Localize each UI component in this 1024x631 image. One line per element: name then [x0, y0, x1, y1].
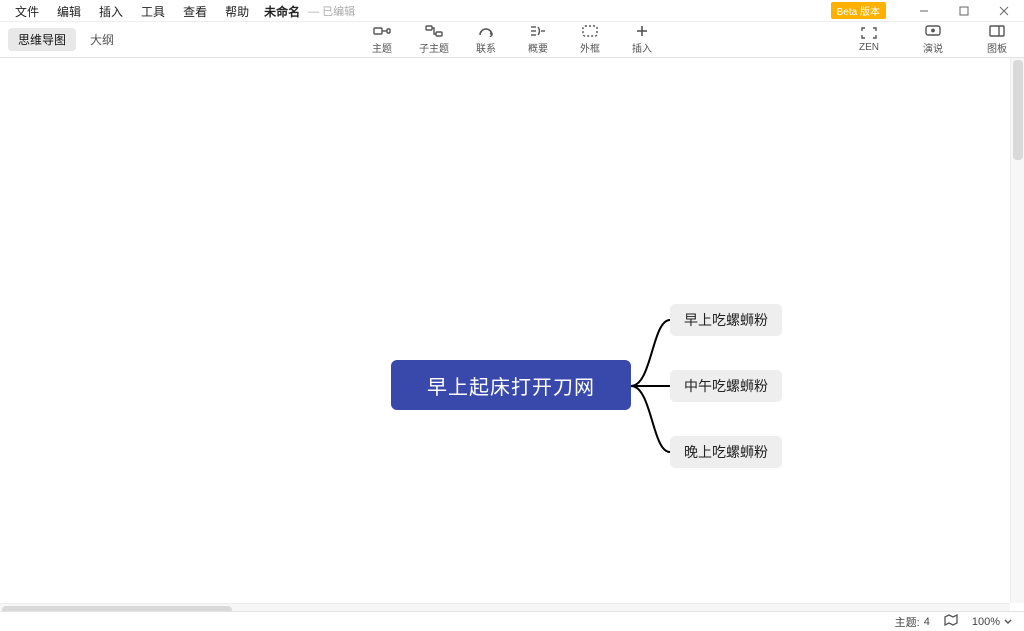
minimap-icon	[944, 614, 958, 626]
subtopic-icon	[425, 24, 443, 38]
mindmap-child-node-1[interactable]: 早上吃螺蛳粉	[670, 304, 782, 336]
boundary-icon	[581, 24, 599, 38]
present-button[interactable]: 演说	[916, 24, 950, 55]
insert-button[interactable]: 插入	[625, 24, 659, 55]
view-switch: 思维导图 大纲	[0, 28, 124, 51]
boundary-button[interactable]: 外框	[573, 24, 607, 55]
menu-tools[interactable]: 工具	[132, 1, 174, 22]
window-close-button[interactable]	[984, 0, 1024, 22]
mindmap-central-node[interactable]: 早上起床打开刀网	[391, 360, 631, 410]
minimap-toggle[interactable]	[944, 614, 958, 629]
chevron-down-icon	[1004, 619, 1012, 625]
panel-label: 图板	[987, 40, 1007, 55]
view-mindmap-tab[interactable]: 思维导图	[8, 28, 76, 51]
beta-badge: Beta 版本	[831, 2, 886, 19]
summary-button[interactable]: 概要	[521, 24, 555, 55]
document-status: — 已编辑	[306, 3, 355, 19]
topic-icon	[373, 24, 391, 38]
window-maximize-button[interactable]	[944, 0, 984, 22]
present-label: 演说	[923, 40, 943, 55]
panel-icon	[988, 24, 1006, 38]
zen-icon	[860, 26, 878, 40]
mindmap-canvas[interactable]: 早上起床打开刀网 早上吃螺蛳粉 中午吃螺蛳粉 晚上吃螺蛳粉	[0, 58, 1024, 603]
menu-edit[interactable]: 编辑	[48, 1, 90, 22]
minimize-icon	[919, 6, 929, 16]
document-name: 未命名	[258, 1, 306, 22]
close-icon	[999, 6, 1009, 16]
status-topic-count: 4	[924, 616, 930, 628]
mindmap-child-node-3[interactable]: 晚上吃螺蛳粉	[670, 436, 782, 468]
subtopic-label: 子主题	[419, 40, 449, 55]
toolbar-center-group: 主题 子主题 联系 概要 外框	[365, 24, 659, 55]
menu-bar: 文件 编辑 插入 工具 查看 帮助 未命名 — 已编辑	[0, 0, 361, 22]
insert-label: 插入	[632, 40, 652, 55]
view-outline-tab[interactable]: 大纲	[80, 28, 124, 51]
mindmap-edges	[0, 58, 1024, 603]
topic-label: 主题	[372, 40, 392, 55]
window-minimize-button[interactable]	[904, 0, 944, 22]
relationship-label: 联系	[476, 40, 496, 55]
vertical-scrollbar-thumb[interactable]	[1013, 60, 1023, 160]
toolbar-right-group: ZEN 演说 图板	[852, 24, 1014, 55]
summary-icon	[529, 24, 547, 38]
maximize-icon	[959, 6, 969, 16]
topic-button[interactable]: 主题	[365, 24, 399, 55]
panel-button[interactable]: 图板	[980, 24, 1014, 55]
subtopic-button[interactable]: 子主题	[417, 24, 451, 55]
menu-insert[interactable]: 插入	[90, 1, 132, 22]
status-topic-label: 主题:	[895, 614, 920, 630]
present-icon	[924, 24, 942, 38]
relationship-icon	[477, 24, 495, 38]
summary-label: 概要	[528, 40, 548, 55]
toolbar: 思维导图 大纲 主题 子主题 联系 概要	[0, 22, 1024, 58]
menu-file[interactable]: 文件	[6, 1, 48, 22]
relationship-button[interactable]: 联系	[469, 24, 503, 55]
insert-icon	[633, 24, 651, 38]
boundary-label: 外框	[580, 40, 600, 55]
zen-label: ZEN	[859, 42, 879, 53]
zoom-level[interactable]: 100%	[972, 616, 1000, 628]
mindmap-child-node-2[interactable]: 中午吃螺蛳粉	[670, 370, 782, 402]
status-bar: 主题: 4 100%	[0, 611, 1024, 631]
zen-button[interactable]: ZEN	[852, 24, 886, 55]
vertical-scrollbar[interactable]	[1010, 58, 1024, 603]
menu-help[interactable]: 帮助	[216, 1, 258, 22]
menu-view[interactable]: 查看	[174, 1, 216, 22]
zoom-dropdown-icon[interactable]	[1004, 616, 1012, 628]
